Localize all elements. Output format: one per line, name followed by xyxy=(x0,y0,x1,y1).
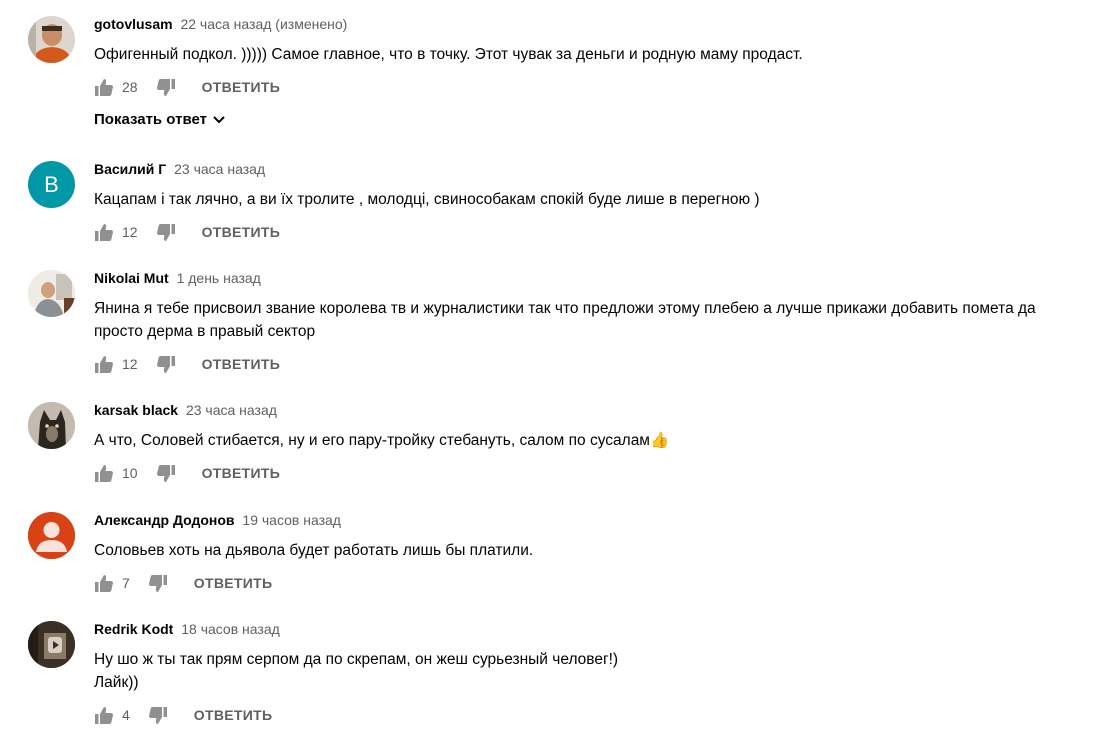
like-icon[interactable] xyxy=(94,573,114,593)
chevron-down-icon xyxy=(213,115,225,123)
reply-button[interactable]: ОТВЕТИТЬ xyxy=(194,707,273,723)
like-count: 10 xyxy=(122,465,138,481)
avatar[interactable]: В xyxy=(28,161,75,208)
avatar-letter: В xyxy=(44,171,59,197)
comment-text: Кацапам і так лячно, а ви їх тролите , м… xyxy=(94,191,760,208)
dislike-icon[interactable] xyxy=(156,77,176,97)
like-icon[interactable] xyxy=(94,463,114,483)
reply-button[interactable]: ОТВЕТИТЬ xyxy=(202,465,281,481)
like-count: 28 xyxy=(122,79,138,95)
avatar[interactable] xyxy=(28,621,75,668)
comment-header: gotovlusam 22 часа назад (изменено) xyxy=(94,16,1115,32)
timestamp[interactable]: 23 часа назад xyxy=(174,161,265,177)
like-icon[interactable] xyxy=(94,354,114,374)
photo-avatar-dog-icon xyxy=(28,402,75,449)
avatar[interactable] xyxy=(28,402,75,449)
timestamp[interactable]: 18 часов назад xyxy=(181,621,280,637)
like-count: 4 xyxy=(122,707,130,723)
timestamp[interactable]: 1 день назад xyxy=(177,270,261,286)
default-person-avatar-icon xyxy=(28,512,75,559)
show-replies-button[interactable]: Показать ответ xyxy=(94,111,225,128)
reply-button[interactable]: ОТВЕТИТЬ xyxy=(202,79,281,95)
comment-header: Василий Г 23 часа назад xyxy=(94,161,1115,177)
dislike-icon[interactable] xyxy=(156,354,176,374)
timestamp[interactable]: 22 часа назад (изменено) xyxy=(180,16,347,32)
avatar[interactable] xyxy=(28,16,75,63)
photo-avatar-man-orange-icon xyxy=(28,16,75,63)
comment-text: Ну шо ж ты так прям серпом да по скрепам… xyxy=(94,651,619,691)
author-name[interactable]: Александр Додонов xyxy=(94,512,235,528)
author-name[interactable]: Nikolai Mut xyxy=(94,270,169,286)
comment-header: Nikolai Mut 1 день назад xyxy=(94,270,1115,286)
reply-button[interactable]: ОТВЕТИТЬ xyxy=(202,224,281,240)
comment-header: karsak black 23 часа назад xyxy=(94,402,1115,418)
dislike-icon[interactable] xyxy=(156,222,176,242)
comment-actions: 28 ОТВЕТИТЬ xyxy=(94,76,1115,98)
timestamp[interactable]: 19 часов назад xyxy=(242,512,341,528)
like-count: 12 xyxy=(122,356,138,372)
comment-text: А что, Соловей стибается, ну и его пару-… xyxy=(94,432,670,449)
timestamp[interactable]: 23 часа назад xyxy=(186,402,277,418)
reply-button[interactable]: ОТВЕТИТЬ xyxy=(202,356,281,372)
like-icon[interactable] xyxy=(94,222,114,242)
comment-actions: 4 ОТВЕТИТЬ xyxy=(94,704,1115,726)
dislike-icon[interactable] xyxy=(148,573,168,593)
comment-header: Redrik Kodt 18 часов назад xyxy=(94,621,1115,637)
avatar[interactable] xyxy=(28,512,75,559)
reply-button[interactable]: ОТВЕТИТЬ xyxy=(194,575,273,591)
comment-actions: 12 ОТВЕТИТЬ xyxy=(94,221,1115,243)
author-name[interactable]: Василий Г xyxy=(94,161,166,177)
comment-text: Соловьев хоть на дьявола будет работать … xyxy=(94,542,534,559)
comment-header: Александр Додонов 19 часов назад xyxy=(94,512,1115,528)
dislike-icon[interactable] xyxy=(148,705,168,725)
author-name[interactable]: karsak black xyxy=(94,402,178,418)
comment-actions: 12 ОТВЕТИТЬ xyxy=(94,353,1115,375)
comment-text: Офигенный подкол. ))))) Самое главное, ч… xyxy=(94,46,803,63)
comment-actions: 7 ОТВЕТИТЬ xyxy=(94,572,1115,594)
show-replies-label: Показать ответ xyxy=(94,111,207,128)
like-count: 12 xyxy=(122,224,138,240)
dislike-icon[interactable] xyxy=(156,463,176,483)
author-name[interactable]: Redrik Kodt xyxy=(94,621,173,637)
like-icon[interactable] xyxy=(94,705,114,725)
photo-avatar-play-icon xyxy=(28,621,75,668)
comment-actions: 10 ОТВЕТИТЬ xyxy=(94,462,1115,484)
photo-avatar-man-room-icon xyxy=(28,270,75,317)
like-icon[interactable] xyxy=(94,77,114,97)
comment-text: Янина я тебе присвоил звание королева тв… xyxy=(94,300,1036,340)
avatar[interactable] xyxy=(28,270,75,317)
author-name[interactable]: gotovlusam xyxy=(94,16,173,32)
like-count: 7 xyxy=(122,575,130,591)
